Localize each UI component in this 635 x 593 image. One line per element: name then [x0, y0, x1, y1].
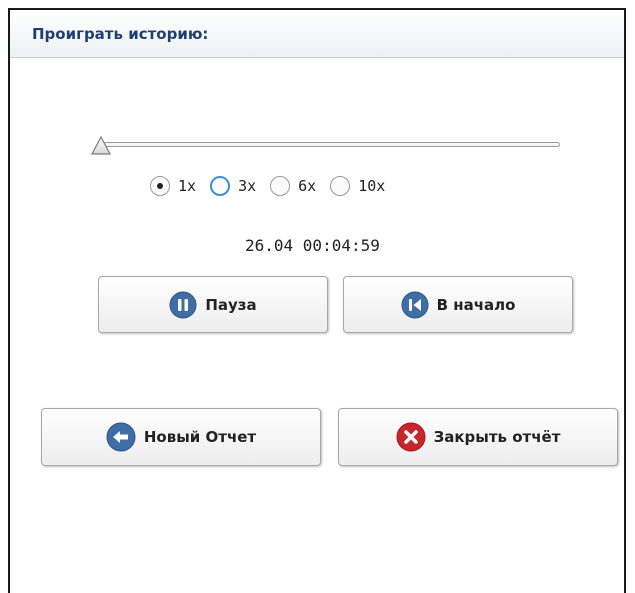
close-report-button[interactable]: Закрыть отчёт: [338, 408, 618, 466]
playback-slider[interactable]: [91, 135, 560, 157]
speed-label: 10x: [358, 177, 386, 195]
close-circle-icon: [396, 422, 426, 452]
restart-button-label: В начало: [436, 295, 516, 314]
close-report-button-label: Закрыть отчёт: [433, 428, 561, 446]
speed-option-1x[interactable]: 1x: [150, 176, 196, 196]
radio-circle[interactable]: [270, 176, 291, 196]
playback-time: 26.04 00:04:59: [245, 236, 380, 255]
pause-circle-icon: [169, 291, 197, 319]
pause-button-label: Пауза: [205, 295, 257, 314]
restart-button[interactable]: В начало: [343, 276, 573, 333]
new-report-button[interactable]: Новый Отчет: [41, 408, 321, 466]
new-report-button-label: Новый Отчет: [143, 428, 257, 446]
radio-dot: [157, 183, 163, 189]
speed-selector: 1x 3x 6x 10x: [150, 176, 385, 196]
radio-circle[interactable]: [210, 176, 231, 196]
speed-option-10x[interactable]: 10x: [330, 176, 385, 196]
panel-header: Проиграть историю:: [10, 10, 624, 58]
panel-title: Проиграть историю:: [32, 24, 209, 43]
radio-circle[interactable]: [330, 176, 351, 196]
speed-label: 6x: [298, 177, 317, 195]
speed-option-3x[interactable]: 3x: [210, 176, 256, 196]
speed-option-6x[interactable]: 6x: [270, 176, 316, 196]
radio-circle[interactable]: [150, 176, 170, 196]
pause-button[interactable]: Пауза: [98, 276, 328, 333]
slider-track[interactable]: [100, 142, 560, 147]
skip-to-start-icon: [401, 291, 429, 319]
arrow-left-circle-icon: [106, 422, 136, 452]
speed-label: 3x: [238, 177, 257, 195]
slider-thumb[interactable]: [90, 135, 112, 157]
speed-label: 1x: [178, 177, 197, 195]
playback-panel: Проиграть историю: 1x 3x 6x 10x 26.04 00…: [8, 8, 626, 593]
